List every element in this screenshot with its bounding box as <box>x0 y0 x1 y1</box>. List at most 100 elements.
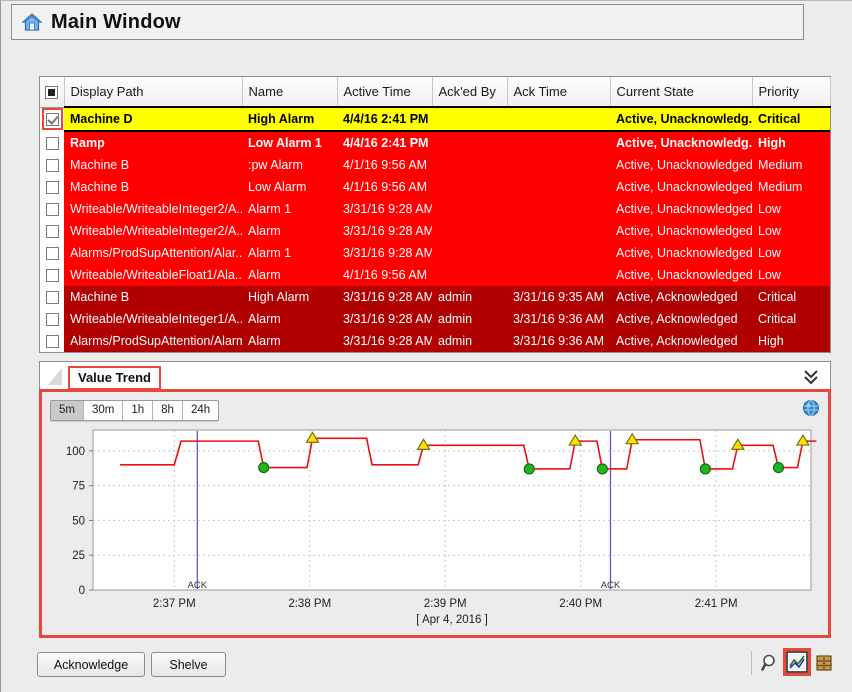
chevron-double-down-icon[interactable] <box>802 366 820 386</box>
table-row[interactable]: Writeable/WriteableInteger2/A... Alarm 3/3… <box>40 220 830 242</box>
row-checkbox[interactable] <box>45 335 59 349</box>
column-header-current-state[interactable]: Current State <box>610 77 753 108</box>
row-select-cell[interactable] <box>40 154 64 176</box>
row-checkbox[interactable] <box>45 247 59 261</box>
cell-ack-time <box>507 106 610 132</box>
chart-icon[interactable] <box>786 651 808 673</box>
row-checkbox[interactable] <box>45 113 59 127</box>
cell-active-time: 3/31/16 9:28 AM <box>337 220 432 242</box>
chart-ack-marker-label: ACK <box>188 580 208 591</box>
cell-current-state: Active, Unacknowledged <box>610 198 752 220</box>
column-header-name[interactable]: Name <box>242 77 338 108</box>
row-checkbox[interactable] <box>45 159 59 173</box>
range-button-30m[interactable]: 30m <box>83 401 124 420</box>
cell-display-path: Alarms/ProdSupAttention/Alarm <box>64 330 242 352</box>
database-icon[interactable] <box>814 653 834 673</box>
column-header-active-time[interactable]: Active Time <box>337 77 433 108</box>
cell-name: Low Alarm 1 <box>242 131 337 154</box>
row-checkbox[interactable] <box>45 269 59 283</box>
row-checkbox[interactable] <box>45 313 59 327</box>
row-select-cell[interactable] <box>40 330 64 352</box>
row-select-cell[interactable] <box>40 107 64 131</box>
toolbar-separator <box>751 651 752 675</box>
cell-acked-by <box>432 131 507 154</box>
cell-ack-time: 3/31/16 9:36 AM <box>507 308 610 330</box>
row-checkbox[interactable] <box>45 291 59 305</box>
chart-ytick-label: 75 <box>72 481 85 493</box>
row-select-cell[interactable] <box>40 264 64 286</box>
cell-current-state: Active, Acknowledged <box>610 308 752 330</box>
table-row[interactable]: Alarms/ProdSupAttention/Alar... Alarm 1 3/… <box>40 242 830 264</box>
table-row[interactable]: Machine B Low Alarm 4/1/16 9:56 AM Active, … <box>40 176 830 198</box>
magnifier-icon[interactable] <box>761 653 781 673</box>
acknowledge-button[interactable]: Acknowledge <box>37 652 145 677</box>
cell-ack-time <box>507 264 610 286</box>
cell-priority: Medium <box>752 176 830 198</box>
row-select-cell[interactable] <box>40 131 64 154</box>
tab-notch-decoration <box>48 368 62 385</box>
value-trend-panel: 5m 30m 1h 8h 24h 0 25 50 75 100 2:37 PM 2:38 P… <box>39 389 831 638</box>
column-header-ack-time[interactable]: Ack Time <box>507 77 611 108</box>
row-checkbox[interactable] <box>45 181 59 195</box>
row-select-cell[interactable] <box>40 286 64 308</box>
cell-display-path: Writeable/WriteableInteger2/A... <box>64 220 242 242</box>
chart-ack-marker-label: ACK <box>601 580 621 591</box>
cell-current-state: Active, Acknowledged <box>610 330 752 352</box>
cell-acked-by <box>432 154 507 176</box>
chart-xtick-label: 2:39 PM <box>424 598 467 610</box>
value-trend-chart[interactable]: 0 25 50 75 100 2:37 PM 2:38 PM 2:39 PM 2:40 PM 2:… <box>49 426 821 626</box>
row-checkbox[interactable] <box>45 136 59 150</box>
range-button-24h[interactable]: 24h <box>182 401 219 420</box>
chart-marker-alarm-clear[interactable] <box>523 463 535 475</box>
tab-strip: Value Trend <box>39 361 831 390</box>
cell-active-time: 3/31/16 9:28 AM <box>337 286 432 308</box>
tab-value-trend[interactable]: Value Trend <box>68 366 161 390</box>
time-range-selector[interactable]: 5m 30m 1h 8h 24h <box>50 400 220 421</box>
cell-name: Alarm 1 <box>242 242 337 264</box>
cell-priority: Low <box>752 220 830 242</box>
table-row[interactable]: Machine B:pw Alarm 4/1/16 9:56 AM Active, … <box>40 154 830 176</box>
cell-name: Alarm 1 <box>242 198 337 220</box>
row-checkbox[interactable] <box>45 203 59 217</box>
range-button-5m[interactable]: 5m <box>51 401 84 420</box>
cell-priority: Medium <box>752 154 830 176</box>
row-select-cell[interactable] <box>40 176 64 198</box>
range-button-8h[interactable]: 8h <box>153 401 183 420</box>
range-button-1h[interactable]: 1h <box>123 401 154 420</box>
cell-priority: Critical <box>752 286 830 308</box>
row-select-cell[interactable] <box>40 220 64 242</box>
table-row[interactable]: Ramp Low Alarm 1 4/4/16 2:41 PM Active, Una… <box>40 131 830 154</box>
globe-refresh-icon[interactable] <box>802 399 820 417</box>
row-select-cell[interactable] <box>40 308 64 330</box>
alarm-table: Display Path Name Active Time Ack'ed By … <box>39 76 831 353</box>
column-header-priority[interactable]: Priority <box>752 77 831 108</box>
chart-marker-alarm-clear[interactable] <box>258 462 270 474</box>
cell-current-state: Active, Acknowledged <box>610 286 752 308</box>
cell-active-time: 3/31/16 9:28 AM <box>337 330 432 352</box>
cell-ack-time <box>507 154 610 176</box>
chart-marker-alarm-clear[interactable] <box>596 463 608 475</box>
cell-active-time: 4/1/16 9:56 AM <box>337 264 432 286</box>
main-window: Main Window Display Path Name Active Tim… <box>0 0 852 692</box>
cell-priority: High <box>752 330 830 352</box>
chart-marker-alarm-clear[interactable] <box>699 463 711 475</box>
row-checkbox[interactable] <box>45 225 59 239</box>
table-row[interactable]: Writeable/WriteableInteger2/A... Alarm 13… <box>40 198 830 220</box>
row-select-cell[interactable] <box>40 198 64 220</box>
chart-ytick-label: 50 <box>72 515 85 527</box>
table-row[interactable]: Writeable/WriteableInteger1/A... Alarm 3/3… <box>40 308 830 330</box>
cell-name: Alarm <box>242 220 337 242</box>
table-row[interactable]: Writeable/WriteableFloat1/Ala... Alarm 4/1… <box>40 264 830 286</box>
column-header-acked-by[interactable]: Ack'ed By <box>432 77 508 108</box>
column-header-display-path[interactable]: Display Path <box>64 77 243 108</box>
shelve-button[interactable]: Shelve <box>151 652 226 677</box>
chart-marker-alarm-clear[interactable] <box>772 462 785 474</box>
cell-acked-by <box>432 106 507 132</box>
select-all-header[interactable] <box>40 77 65 108</box>
cell-current-state: Active, Unacknowledged <box>610 220 752 242</box>
row-select-cell[interactable] <box>40 242 64 264</box>
table-row[interactable]: Alarms/ProdSupAttention/Alarm Alarm 3/31/1… <box>40 330 830 352</box>
table-row[interactable]: Machine D High Alarm 4/4/16 2:41 PM Active,… <box>40 106 830 132</box>
table-row[interactable]: Machine B High Alarm 3/31/16 9:28 AM admin 3… <box>40 286 830 308</box>
select-all-checkbox[interactable] <box>45 86 59 100</box>
